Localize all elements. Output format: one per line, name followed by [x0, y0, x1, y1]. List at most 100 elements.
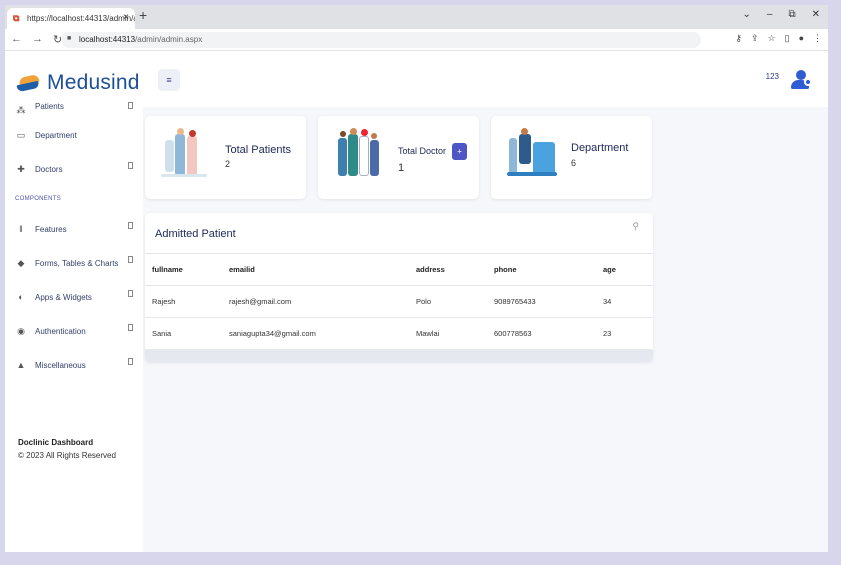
- sidebar-item-label: Patients: [35, 102, 64, 111]
- restore-button[interactable]: ⧉: [788, 9, 795, 20]
- stat-title: Department: [571, 142, 629, 154]
- sidebar-item-label: Miscellaneous: [35, 360, 86, 370]
- stat-title: Total Doctor +: [398, 143, 468, 160]
- patients-icon: ⁂: [16, 105, 26, 115]
- table-cell: 600778563: [494, 317, 603, 350]
- sidebar-item-doctors[interactable]: ✚ Doctors: [5, 152, 143, 186]
- table-cell: Polo: [416, 285, 494, 318]
- dot-circle-icon: ◉: [17, 326, 25, 336]
- column-header[interactable]: emailid: [229, 253, 416, 286]
- browser-tab[interactable]: ⧉ https://localhost:44313/admin/a ×: [7, 8, 135, 29]
- key-icon[interactable]: ⚷: [735, 33, 742, 44]
- table-row[interactable]: Sania saniagupta34@gmail.com Mawlai 6007…: [145, 317, 653, 350]
- favicon-icon: ⧉: [13, 13, 20, 23]
- cube-icon: ◆: [17, 258, 25, 268]
- sidebar-item-forms-tables-charts[interactable]: ◆ Forms, Tables & Charts: [5, 246, 143, 280]
- panel-footer: [145, 350, 653, 362]
- books-icon: ‖: [19, 224, 23, 234]
- menu-toggle-button[interactable]: ≡: [158, 69, 180, 91]
- admitted-patient-table: fullname emailid address phone age Rajes…: [145, 253, 653, 350]
- logo-mark-icon: [17, 74, 41, 92]
- table-cell: Mawlai: [416, 317, 494, 350]
- lock-icon: ■: [67, 35, 72, 42]
- new-tab-button[interactable]: +: [139, 7, 147, 23]
- sidebar-item-label: Features: [35, 224, 67, 234]
- stat-title-text: Total Doctor: [398, 145, 447, 156]
- sidebar-footer: Doclinic Dashboard © 2023 All Rights Res…: [18, 436, 116, 462]
- stat-value: 1: [398, 162, 405, 174]
- sidebar-item-label: Forms, Tables & Charts: [35, 258, 119, 268]
- sidebar-item-authentication[interactable]: ◉ Authentication: [5, 314, 143, 348]
- chevron-icon: [128, 102, 133, 109]
- address-bar: ← → ↻ ■ localhost:44313/admin/admin.aspx…: [5, 29, 828, 51]
- sidebar-item-miscellaneous[interactable]: ▲ Miscellaneous: [5, 348, 143, 382]
- table-header-row: fullname emailid address phone age: [145, 253, 653, 286]
- stat-value: 6: [571, 158, 577, 168]
- table-cell: Rajesh: [145, 285, 229, 318]
- sidepanel-icon[interactable]: ▯: [785, 33, 790, 44]
- chevron-icon: [128, 358, 133, 365]
- close-window-button[interactable]: ✕: [812, 9, 820, 20]
- add-doctor-button[interactable]: +: [452, 143, 468, 160]
- tab-bar: ⧉ https://localhost:44313/admin/a × + ⌄ …: [5, 5, 828, 29]
- sidebar-item-patients[interactable]: ⁂ Patients: [5, 102, 143, 118]
- doctors-illustration-icon: [332, 128, 388, 184]
- minimize-button[interactable]: –: [767, 9, 773, 20]
- profile-icon[interactable]: ●: [799, 33, 804, 44]
- panel-title: Admitted Patient: [155, 228, 236, 240]
- stat-card-department: Department 6: [491, 116, 652, 199]
- planet-icon: ◐: [18, 292, 24, 302]
- sidebar-item-features[interactable]: ‖ Features: [5, 212, 143, 246]
- tab-close-icon[interactable]: ×: [123, 12, 129, 23]
- share-icon[interactable]: ⇪: [751, 33, 759, 44]
- sidebar-item-department[interactable]: ▭ Department: [5, 118, 143, 152]
- section-label: COMPONENTS: [15, 196, 62, 202]
- url-path: /admin/admin.aspx: [135, 35, 203, 44]
- back-icon[interactable]: ←: [11, 33, 22, 46]
- sidebar-item-apps-widgets[interactable]: ◐ Apps & Widgets: [5, 280, 143, 314]
- column-header[interactable]: phone: [494, 253, 603, 286]
- sidebar-item-label: Apps & Widgets: [35, 292, 92, 302]
- sidebar: Medusind ⁂ Patients ▭ Department ✚ Docto…: [5, 52, 143, 552]
- more-icon[interactable]: ⋮: [813, 33, 822, 44]
- star-icon[interactable]: ☆: [768, 33, 776, 44]
- admitted-patient-panel: Admitted Patient ⚲ fullname emailid addr…: [145, 213, 653, 362]
- table-cell: 9089765433: [494, 285, 603, 318]
- table-row[interactable]: Rajesh rajesh@gmail.com Polo 9089765433 …: [145, 285, 653, 318]
- footer-copyright: © 2023 All Rights Reserved: [18, 451, 116, 460]
- brand-name: Medusind: [47, 71, 140, 94]
- url-field[interactable]: ■ localhost:44313/admin/admin.aspx: [61, 32, 701, 48]
- table-cell: Sania: [145, 317, 229, 350]
- user-number: 123: [765, 72, 779, 81]
- stat-title: Total Patients: [225, 144, 292, 156]
- warning-icon: ▲: [16, 360, 26, 370]
- chevron-icon: [128, 290, 133, 297]
- forward-icon[interactable]: →: [32, 33, 43, 46]
- table-cell: 34: [603, 285, 653, 318]
- chevron-icon: [128, 324, 133, 331]
- patients-illustration-icon: [159, 128, 215, 184]
- sidebar-item-label: Department: [35, 130, 77, 140]
- sidebar-item-label: Authentication: [35, 326, 86, 336]
- tab-search-icon[interactable]: ⌄: [743, 9, 751, 20]
- stat-value: 2: [225, 159, 231, 169]
- column-header[interactable]: age: [603, 253, 653, 286]
- chevron-icon: [128, 162, 133, 169]
- top-bar: ≡ 123: [143, 52, 828, 107]
- table-cell: saniagupta34@gmail.com: [229, 317, 416, 350]
- window-controls: ⌄ – ⧉ ✕: [743, 9, 820, 20]
- column-header[interactable]: address: [416, 253, 494, 286]
- column-header[interactable]: fullname: [145, 253, 229, 286]
- table-cell: rajesh@gmail.com: [229, 285, 416, 318]
- chevron-icon: [128, 256, 133, 263]
- stat-card-doctors: Total Doctor + 1: [318, 116, 479, 199]
- footer-title: Doclinic Dashboard: [18, 438, 94, 447]
- medical-icon: ✚: [17, 164, 25, 174]
- stat-card-patients: Total Patients 2: [145, 116, 306, 199]
- search-icon[interactable]: ⚲: [632, 221, 639, 232]
- browser-window: ⧉ https://localhost:44313/admin/a × + ⌄ …: [5, 5, 828, 552]
- brand-logo[interactable]: Medusind: [17, 68, 140, 98]
- chevron-icon: [128, 222, 133, 229]
- user-settings-icon[interactable]: [791, 70, 813, 90]
- url-host: localhost:44313: [79, 35, 136, 44]
